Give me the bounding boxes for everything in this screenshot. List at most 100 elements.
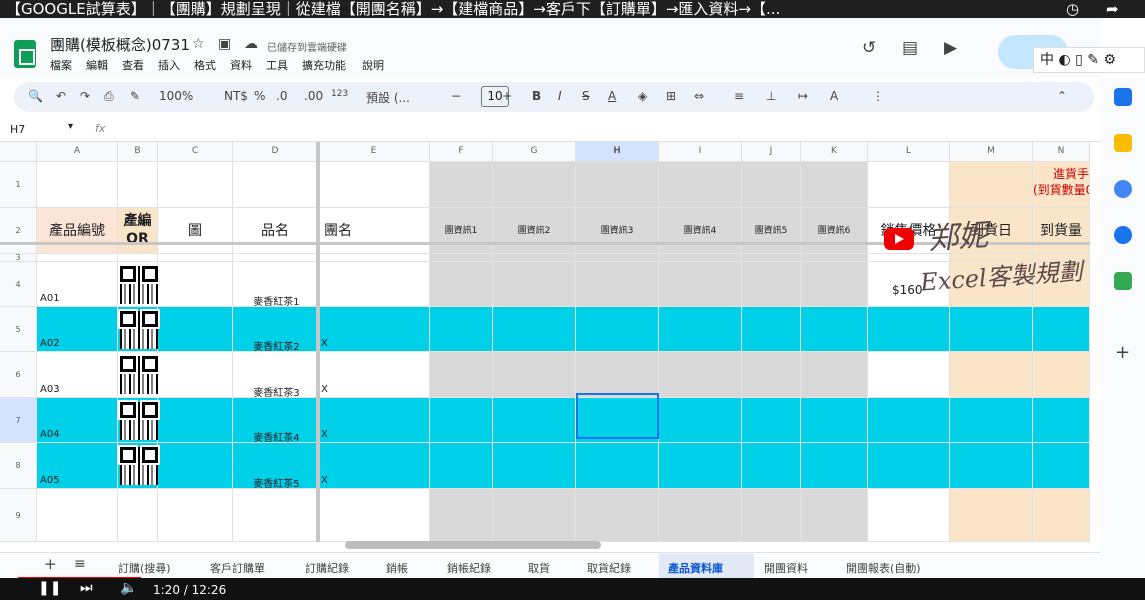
data-cell[interactable] <box>742 443 801 489</box>
data-cell[interactable]: X <box>318 307 430 352</box>
horizontal-scrollbar[interactable] <box>345 541 601 549</box>
cell[interactable] <box>37 489 118 542</box>
filter-cell[interactable] <box>493 254 576 262</box>
tasks-icon[interactable] <box>1114 180 1132 198</box>
rotate-icon[interactable]: A <box>830 89 838 103</box>
menu-tools[interactable]: 工具 <box>266 57 288 73</box>
filter-cell[interactable] <box>118 254 158 262</box>
redo-icon[interactable]: ↷ <box>80 89 90 103</box>
star-icon[interactable]: ☆ <box>192 36 205 52</box>
menu-help[interactable]: 說明 <box>362 57 384 73</box>
cell[interactable] <box>493 162 576 208</box>
data-cell[interactable] <box>950 443 1033 489</box>
data-cell[interactable] <box>801 262 868 307</box>
filter-cell[interactable] <box>659 254 742 262</box>
data-cell[interactable] <box>868 398 950 443</box>
spreadsheet-grid[interactable]: A B C D E F G H I J K L M N 1 2 3 4 5 6 7 8 9 進貨手 (到貨數量0 產品編號 產編 Q… <box>0 142 1090 542</box>
data-cell[interactable] <box>430 398 493 443</box>
contacts-icon[interactable] <box>1114 226 1132 244</box>
data-cell[interactable] <box>430 307 493 352</box>
data-cell[interactable] <box>950 307 1033 352</box>
column-header[interactable]: N <box>1033 142 1090 162</box>
column-header[interactable]: L <box>868 142 950 162</box>
ime-toolbar[interactable]: 中 ◐ ▯ ✎ ⚙ <box>1033 47 1145 73</box>
text-color-button[interactable]: A <box>608 89 616 103</box>
align-icon[interactable]: ≡ <box>734 89 744 103</box>
row-header[interactable]: 8 <box>0 443 37 489</box>
data-cell[interactable] <box>576 443 659 489</box>
header-cell[interactable]: 圖 <box>158 208 233 254</box>
font-size-increase[interactable]: + <box>502 89 512 103</box>
data-cell[interactable] <box>659 307 742 352</box>
column-header[interactable]: D <box>233 142 318 162</box>
search-icon[interactable]: 🔍 <box>28 89 43 103</box>
data-cell[interactable] <box>493 352 576 398</box>
cell[interactable] <box>233 162 318 208</box>
column-header[interactable]: M <box>950 142 1033 162</box>
name-box[interactable]: H7 <box>10 123 25 136</box>
tab-6[interactable]: 取貨紀錄 <box>587 560 631 576</box>
data-cell[interactable] <box>1033 398 1090 443</box>
column-header[interactable]: F <box>430 142 493 162</box>
header-cell[interactable]: 團資訊2 <box>493 208 576 254</box>
column-header[interactable]: B <box>118 142 158 162</box>
tab-1[interactable]: 客戶訂購單 <box>210 560 265 576</box>
data-cell[interactable] <box>493 443 576 489</box>
data-cell[interactable] <box>659 443 742 489</box>
print-icon[interactable]: ⎙ <box>104 89 114 104</box>
fill-color-icon[interactable]: ◈ <box>638 89 647 103</box>
data-cell[interactable]: A03 <box>37 352 118 398</box>
data-cell[interactable]: 麥香紅茶2 <box>233 307 318 352</box>
menu-file[interactable]: 檔案 <box>50 57 72 73</box>
menu-edit[interactable]: 編輯 <box>86 57 108 73</box>
column-header[interactable]: K <box>801 142 868 162</box>
data-cell[interactable]: A01 <box>37 262 118 307</box>
filter-cell[interactable] <box>430 254 493 262</box>
header-cell[interactable]: 到貨量 <box>1033 208 1090 254</box>
data-cell[interactable] <box>158 307 233 352</box>
column-header[interactable]: I <box>659 142 742 162</box>
tab-4[interactable]: 銷帳紀錄 <box>447 560 491 576</box>
ime-mode[interactable]: 中 <box>1040 52 1054 68</box>
calendar-icon[interactable] <box>1114 88 1132 106</box>
next-icon[interactable]: ⏭ <box>80 580 93 596</box>
cell[interactable] <box>868 162 950 208</box>
data-cell[interactable] <box>493 398 576 443</box>
data-cell[interactable] <box>576 307 659 352</box>
data-cell[interactable] <box>158 262 233 307</box>
data-cell[interactable] <box>576 352 659 398</box>
row-header[interactable]: 7 <box>0 398 37 443</box>
collapse-icon[interactable]: ⌃ <box>1057 89 1067 103</box>
volume-icon[interactable]: 🔈 <box>120 580 137 596</box>
undo-icon[interactable]: ↶ <box>56 89 66 103</box>
borders-icon[interactable]: ⊞ <box>666 89 676 103</box>
header-cell[interactable]: 團資訊1 <box>430 208 493 254</box>
cloud-icon[interactable]: ☁ <box>244 36 258 52</box>
wrap-icon[interactable]: ↦ <box>798 89 808 103</box>
column-header[interactable]: J <box>742 142 801 162</box>
row-header[interactable]: 4 <box>0 262 37 307</box>
data-cell[interactable]: X <box>318 398 430 443</box>
cell[interactable] <box>430 162 493 208</box>
cell[interactable] <box>493 489 576 542</box>
tab-9[interactable]: 開團報表(自動) <box>846 560 921 576</box>
increase-decimal-button[interactable]: .00 <box>304 89 323 103</box>
history-icon[interactable]: ↺ <box>862 38 876 58</box>
row-header[interactable]: 5 <box>0 307 37 352</box>
data-cell[interactable] <box>742 307 801 352</box>
cell[interactable] <box>868 489 950 542</box>
more-icon[interactable]: ⋮ <box>872 89 884 103</box>
row-header[interactable]: 3 <box>0 254 37 262</box>
data-cell[interactable]: 麥香紅茶3 <box>233 352 318 398</box>
cell[interactable] <box>158 489 233 542</box>
sheets-logo-icon[interactable] <box>14 40 36 68</box>
cell[interactable] <box>742 489 801 542</box>
merge-icon[interactable]: ⇔ <box>694 89 704 103</box>
header-cell[interactable]: 團資訊5 <box>742 208 801 254</box>
selected-cell[interactable] <box>576 393 659 439</box>
data-cell[interactable] <box>868 443 950 489</box>
menu-extensions[interactable]: 擴充功能 <box>302 57 346 73</box>
cell[interactable] <box>318 162 430 208</box>
data-cell[interactable] <box>742 352 801 398</box>
data-cell[interactable]: 麥香紅茶5 <box>233 443 318 489</box>
